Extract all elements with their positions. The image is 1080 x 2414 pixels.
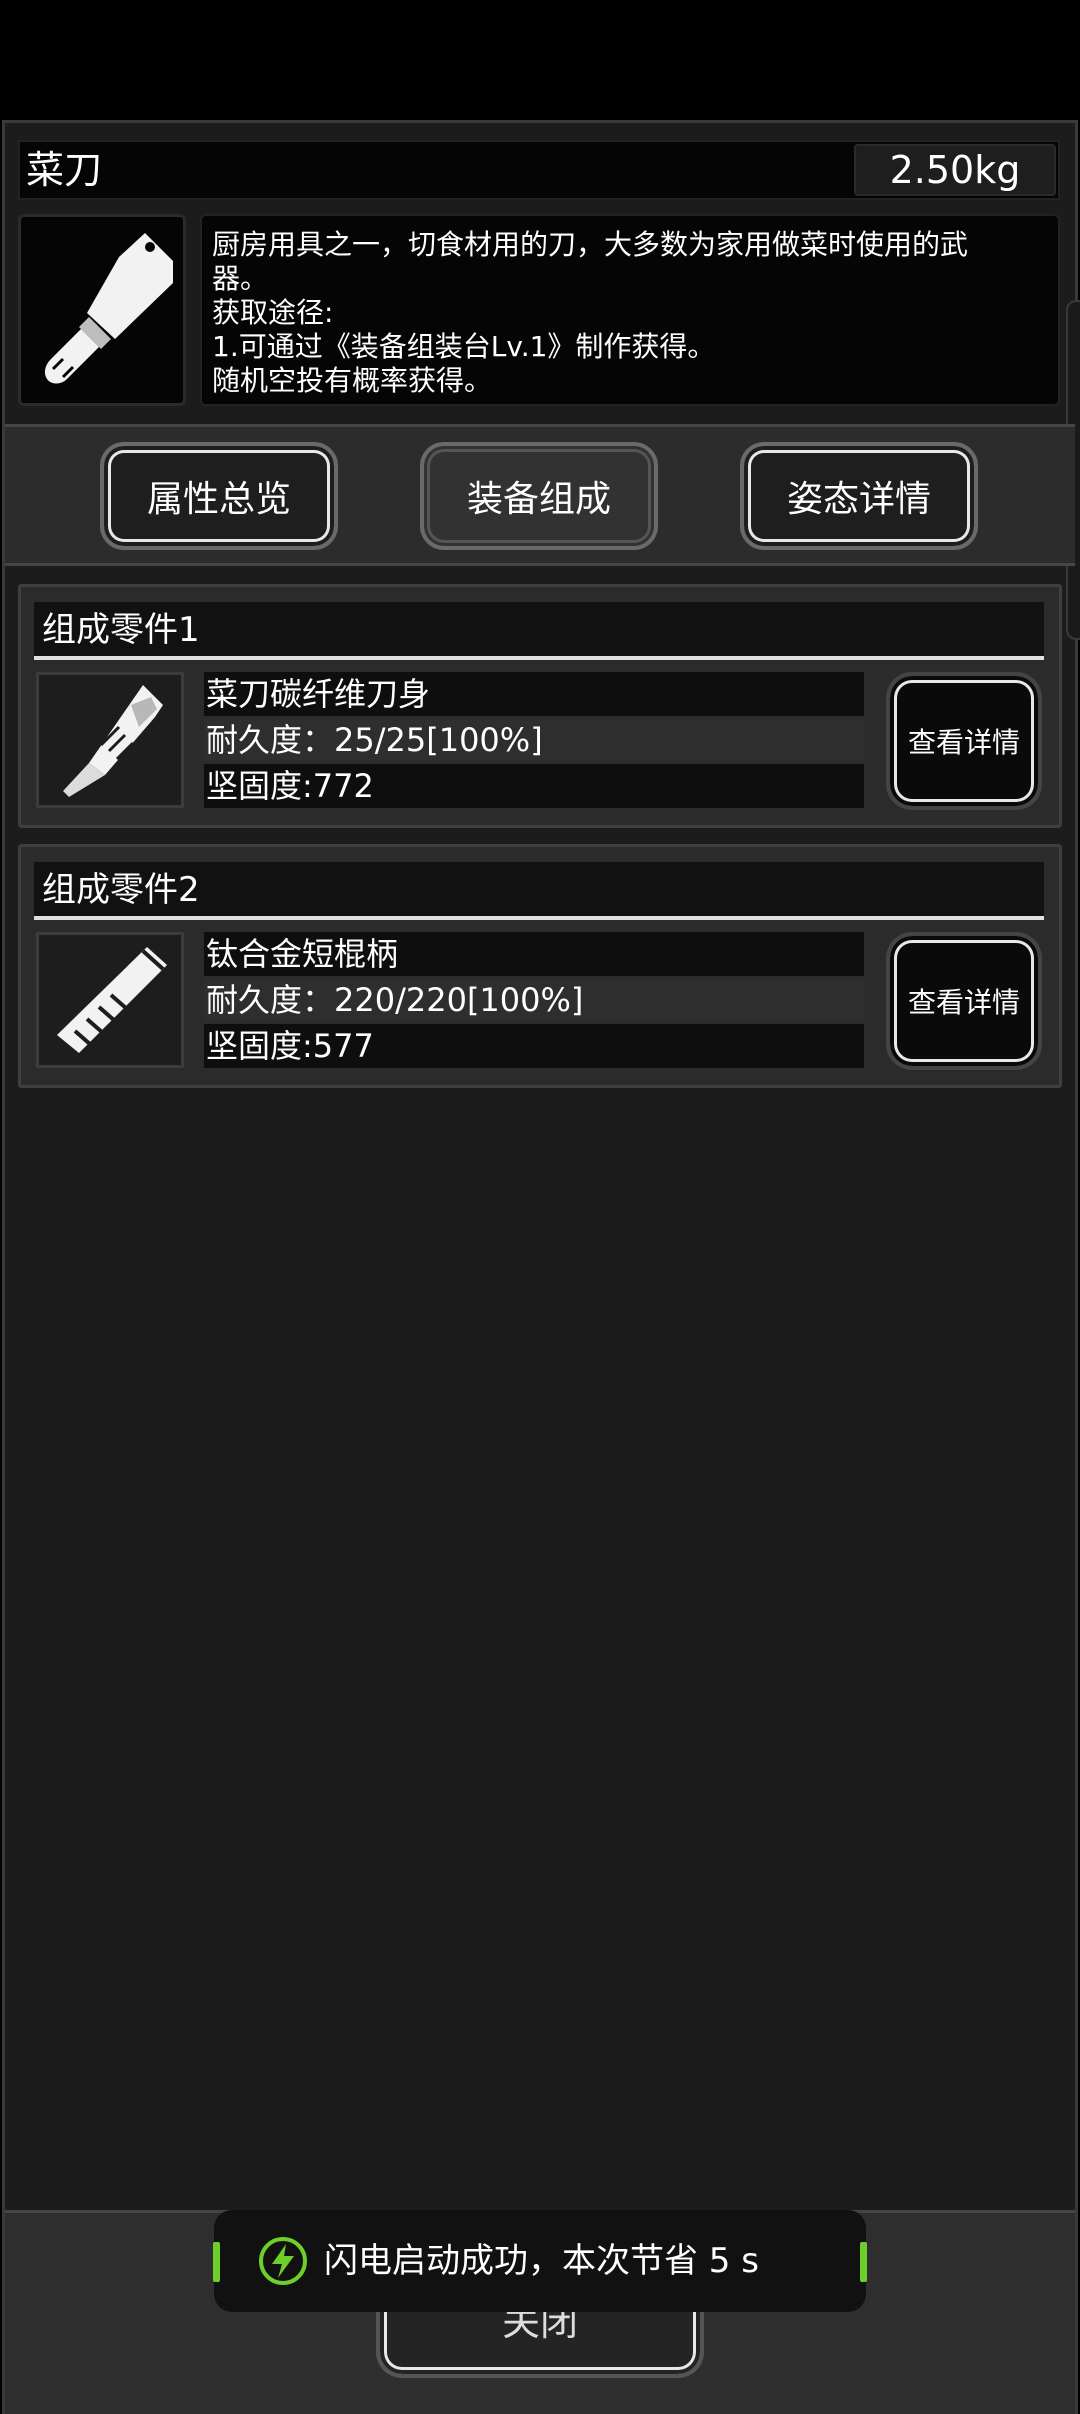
description-line: 厨房用具之一，切食材用的刀，大多数为家用做菜时使用的武 [212,228,969,261]
view-details-button[interactable]: 查看详情 [890,936,1038,1066]
part-durability: 耐久度：220/220[100%] [204,978,864,1022]
tab-attribute-overview[interactable]: 属性总览 [100,442,338,550]
part-name: 菜刀碳纤维刀身 [204,672,864,716]
toast-notification: 闪电启动成功，本次节省 5 s [213,2210,867,2312]
tab-label: 装备组成 [466,479,611,520]
item-image [18,214,186,406]
part-name: 钛合金短棍柄 [204,932,864,976]
cleaver-icon [44,233,173,384]
item-weight: 2.50kg [854,144,1056,196]
part-solidity: 坚固度:772 [204,764,864,808]
divider [34,916,1044,920]
blade-icon [63,685,163,797]
toast-accent-right [860,2242,867,2282]
toast-text: 闪电启动成功，本次节省 5 s [324,2241,759,2281]
tab-label: 属性总览 [146,479,291,520]
description-line: 1.可通过《装备组装台Lv.1》制作获得。 [212,330,716,363]
description-line: 器。 [212,262,269,295]
button-label: 查看详情 [907,726,1020,759]
lightning-icon [259,2237,307,2285]
part-header: 组成零件1 [34,602,1044,658]
tab-label: 姿态详情 [786,479,931,520]
tab-equipment-composition[interactable]: 装备组成 [420,442,658,550]
button-label: 查看详情 [907,986,1020,1019]
part-durability: 耐久度：25/25[100%] [204,718,864,762]
part-image [36,932,184,1068]
part-image [36,672,184,808]
tab-stance-details[interactable]: 姿态详情 [740,442,978,550]
description-line: 获取途径: [212,296,334,329]
view-details-button[interactable]: 查看详情 [890,676,1038,806]
part-solidity: 坚固度:577 [204,1024,864,1068]
handle-icon [57,947,167,1053]
item-description: 厨房用具之一，切食材用的刀，大多数为家用做菜时使用的武 器。 获取途径: 1.可… [200,214,1060,406]
item-name: 菜刀 [26,148,103,192]
description-line: 随机空投有概率获得。 [212,364,493,397]
toast-accent-left [213,2242,220,2282]
part-header: 组成零件2 [34,862,1044,918]
divider [34,656,1044,660]
